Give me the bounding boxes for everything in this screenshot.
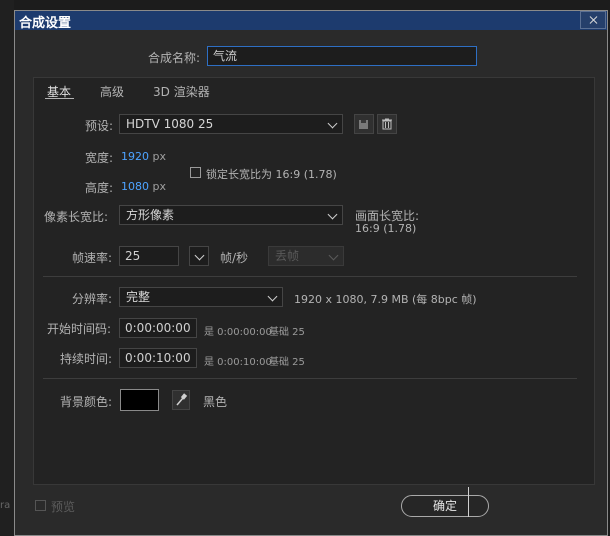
drop-frame-select: 丢帧: [268, 246, 344, 266]
preview-checkbox[interactable]: [35, 500, 46, 511]
close-icon[interactable]: [580, 11, 606, 29]
chevron-down-icon: [267, 291, 278, 302]
ok-button[interactable]: 确定: [401, 495, 489, 517]
width-label: 宽度:: [85, 151, 114, 165]
resolution-info: 1920 x 1080, 7.9 MB (每 8bpc 帧): [294, 293, 477, 306]
width-value[interactable]: 1920: [121, 150, 149, 163]
pixel-aspect-select[interactable]: 方形像素: [119, 205, 343, 225]
dialog-title: 合成设置: [19, 16, 72, 31]
height-field[interactable]: 1080 px: [121, 180, 166, 193]
pixel-aspect-value: 方形像素: [126, 208, 175, 222]
frame-aspect-value: 16:9 (1.78): [355, 222, 417, 235]
separator: [43, 276, 577, 277]
chevron-down-icon: [327, 118, 338, 129]
height-unit: px: [152, 180, 167, 193]
duration-input[interactable]: 0:00:10:00: [119, 348, 197, 368]
save-preset-button[interactable]: [354, 114, 374, 134]
pixel-aspect-label: 像素长宽比:: [44, 210, 109, 224]
duration-label: 持续时间:: [60, 352, 113, 366]
save-preset-icon: [359, 120, 368, 129]
tab-underline: [45, 98, 74, 99]
eyedropper-icon: [176, 393, 188, 406]
start-timecode-label: 开始时间码:: [47, 322, 112, 336]
chevron-down-icon: [327, 209, 338, 220]
separator: [43, 378, 577, 379]
text-cursor: [468, 487, 469, 517]
comp-name-input[interactable]: 气流: [207, 46, 477, 66]
preset-value: HDTV 1080 25: [126, 117, 214, 131]
preset-select[interactable]: HDTV 1080 25: [119, 114, 343, 134]
frame-rate-label: 帧速率:: [72, 251, 113, 265]
comp-name-label: 合成名称:: [148, 51, 201, 65]
preview-label: 预览: [51, 500, 76, 514]
start-timecode-equals: 是 0:00:00:00: [204, 327, 272, 338]
trash-icon: [382, 118, 392, 130]
resolution-select[interactable]: 完整: [119, 287, 283, 307]
drop-frame-value: 丢帧: [275, 249, 300, 263]
lock-aspect-checkbox[interactable]: [190, 167, 201, 178]
height-label: 高度:: [85, 181, 114, 195]
background-color-name: 黑色: [203, 395, 228, 409]
frame-rate-input[interactable]: 25: [119, 246, 179, 266]
chevron-down-icon: [328, 250, 339, 261]
tab-advanced[interactable]: 高级: [100, 83, 124, 100]
chevron-down-icon: [194, 250, 205, 261]
tab-3d-renderer[interactable]: 3D 渲染器: [153, 83, 210, 100]
frame-rate-unit: 帧/秒: [220, 251, 249, 265]
eyedropper-button[interactable]: [172, 390, 190, 410]
background-app: [0, 0, 14, 536]
resolution-label: 分辨率:: [72, 292, 113, 306]
resolution-value: 完整: [126, 290, 151, 304]
start-timecode-input[interactable]: 0:00:00:00: [119, 318, 197, 338]
background-app-text: ra: [0, 500, 11, 511]
width-field[interactable]: 1920 px: [121, 150, 166, 163]
settings-panel: [33, 77, 595, 485]
preset-label: 预设:: [85, 119, 114, 133]
start-timecode-base: 基础 25: [269, 327, 305, 338]
height-value[interactable]: 1080: [121, 180, 149, 193]
title-bar: [15, 11, 607, 30]
background-color-swatch[interactable]: [120, 389, 159, 411]
delete-preset-button[interactable]: [377, 114, 397, 134]
duration-equals: 是 0:00:10:00: [204, 357, 272, 368]
background-color-label: 背景颜色:: [60, 395, 113, 409]
frame-rate-dropdown[interactable]: [189, 246, 209, 266]
lock-aspect-label: 锁定长宽比为 16:9 (1.78): [206, 168, 337, 181]
duration-base: 基础 25: [269, 357, 305, 368]
width-unit: px: [152, 150, 167, 163]
